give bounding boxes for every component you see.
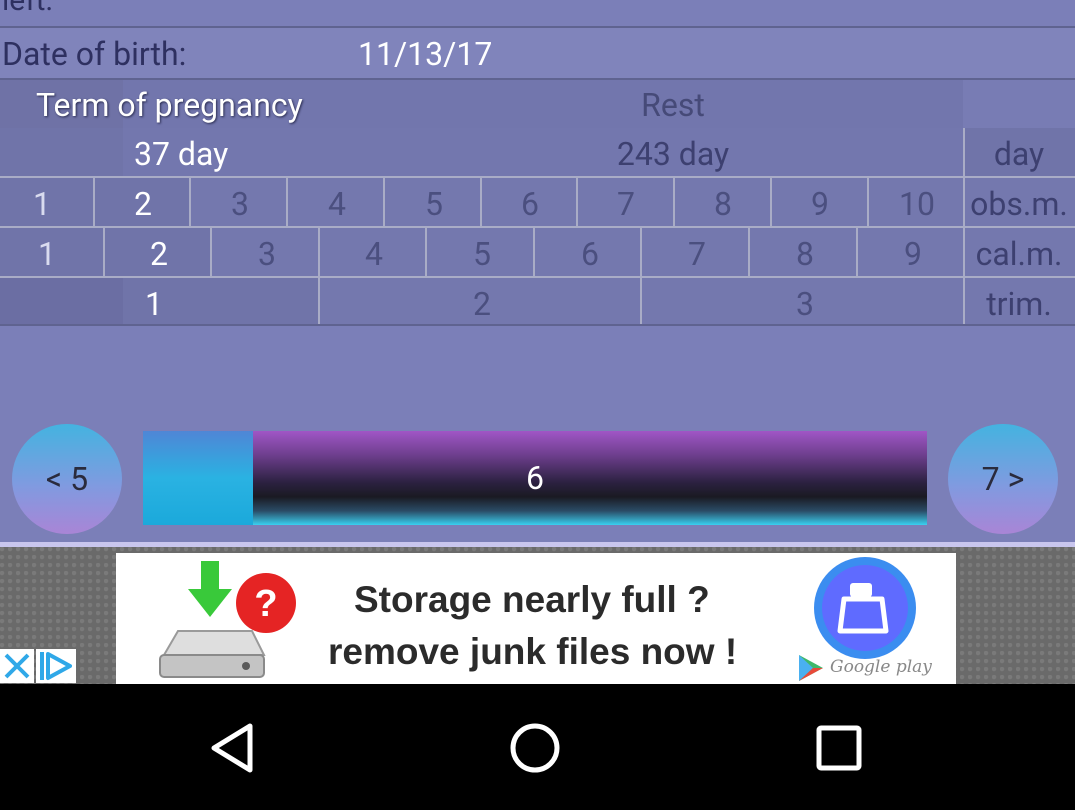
ad-subline: remove junk files now ! — [328, 631, 738, 672]
obs-month-label: obs.m. — [970, 185, 1068, 223]
obs-month-cell: 5 — [425, 185, 443, 223]
divider — [318, 278, 320, 324]
divider — [770, 178, 772, 226]
divider — [963, 128, 965, 176]
rest-header: Rest — [641, 86, 705, 124]
ad-close-button[interactable] — [0, 649, 34, 683]
week-progress-bar[interactable]: 6 — [143, 431, 927, 525]
cal-month-cell: 2 — [150, 235, 168, 273]
divider — [640, 228, 642, 276]
adchoices-icon — [40, 652, 72, 680]
system-nav-bar — [0, 684, 1075, 810]
trimester-cell: 3 — [796, 285, 814, 323]
obs-month-cell: 10 — [899, 185, 935, 223]
divider — [425, 228, 427, 276]
obs-month-cell: 9 — [811, 185, 829, 223]
google-play-label: Google play — [830, 657, 932, 677]
divider — [189, 178, 191, 226]
prev-week-label: < 5 — [45, 460, 89, 498]
obs-month-cell: 8 — [714, 185, 732, 223]
download-arrow-icon — [188, 561, 232, 617]
hard-drive-icon — [159, 630, 266, 678]
unit-day-label: day — [993, 135, 1045, 173]
cal-month-cell: 6 — [581, 235, 599, 273]
divider — [0, 324, 1075, 326]
divider — [640, 278, 642, 324]
google-play-icon — [799, 655, 823, 681]
divider — [963, 278, 965, 324]
svg-text:?: ? — [254, 583, 277, 625]
cal-month-cell: 9 — [904, 235, 922, 273]
unit-header-cell — [963, 80, 1075, 128]
divider — [673, 178, 675, 226]
divider — [286, 178, 288, 226]
obs-month-cell: 4 — [328, 185, 346, 223]
divider — [963, 178, 965, 226]
next-week-button[interactable]: 7 > — [948, 424, 1058, 534]
obs-month-cell: 7 — [617, 185, 635, 223]
divider — [748, 228, 750, 276]
date-of-birth-label: Date of birth: — [2, 35, 187, 73]
cal-month-cell: 3 — [258, 235, 276, 273]
divider — [383, 178, 385, 226]
obs-month-cell: 1 — [33, 185, 51, 223]
trimester-cell: 2 — [473, 285, 491, 323]
close-icon — [4, 653, 30, 679]
divider — [576, 178, 578, 226]
divider — [210, 228, 212, 276]
ad-info-button[interactable] — [36, 649, 76, 683]
divider — [856, 228, 858, 276]
divider — [533, 228, 535, 276]
trimester-label: trim. — [986, 285, 1052, 323]
date-of-birth-value: 11/13/17 — [358, 35, 493, 73]
prev-week-button[interactable]: < 5 — [12, 424, 122, 534]
term-days-value: 37 day — [134, 135, 229, 173]
recents-icon[interactable] — [811, 720, 867, 776]
obs-month-cell: 2 — [134, 185, 152, 223]
cal-month-cell: 5 — [473, 235, 491, 273]
divider — [103, 228, 105, 276]
divider — [963, 228, 965, 276]
term-header: Term of pregnancy — [36, 86, 303, 124]
partial-row — [0, 0, 1075, 26]
trimester-cell: 1 — [145, 285, 163, 323]
current-week-label: 6 — [526, 459, 544, 497]
ad-banner[interactable]: ? Storage nearly full ? remove junk file… — [0, 547, 1075, 684]
next-week-label: 7 > — [981, 460, 1025, 498]
day-values-cell — [123, 128, 963, 176]
cal-month-label: cal.m. — [975, 235, 1063, 273]
cal-month-cell: 8 — [796, 235, 814, 273]
back-icon[interactable] — [206, 720, 262, 776]
cal-month-cell: 7 — [688, 235, 706, 273]
trim-cell-bg — [0, 278, 123, 324]
divider — [93, 178, 95, 226]
home-icon[interactable] — [507, 720, 563, 776]
divider — [867, 178, 869, 226]
partial-label: left: — [2, 0, 53, 18]
cleaner-app-icon — [814, 557, 916, 659]
obs-month-cell: 6 — [521, 185, 539, 223]
divider — [480, 178, 482, 226]
ad-content[interactable]: ? Storage nearly full ? remove junk file… — [116, 553, 956, 684]
ad-headline: Storage nearly full ? — [354, 579, 710, 620]
obs-month-cell: 3 — [231, 185, 249, 223]
cal-month-cell: 4 — [365, 235, 383, 273]
rest-days-value: 243 day — [616, 135, 730, 173]
cal-month-cell: 1 — [38, 235, 56, 273]
divider — [318, 228, 320, 276]
